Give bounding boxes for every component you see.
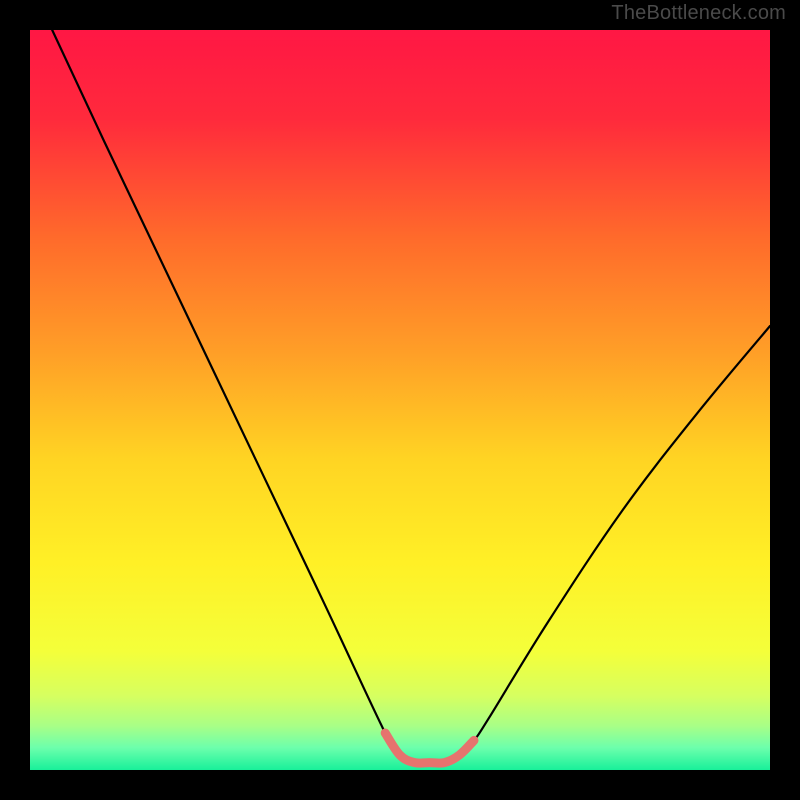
plot-area — [30, 30, 770, 770]
bottleneck-chart — [30, 30, 770, 770]
watermark-text: TheBottleneck.com — [611, 2, 786, 25]
chart-frame: TheBottleneck.com — [0, 0, 800, 800]
gradient-background — [30, 30, 770, 770]
